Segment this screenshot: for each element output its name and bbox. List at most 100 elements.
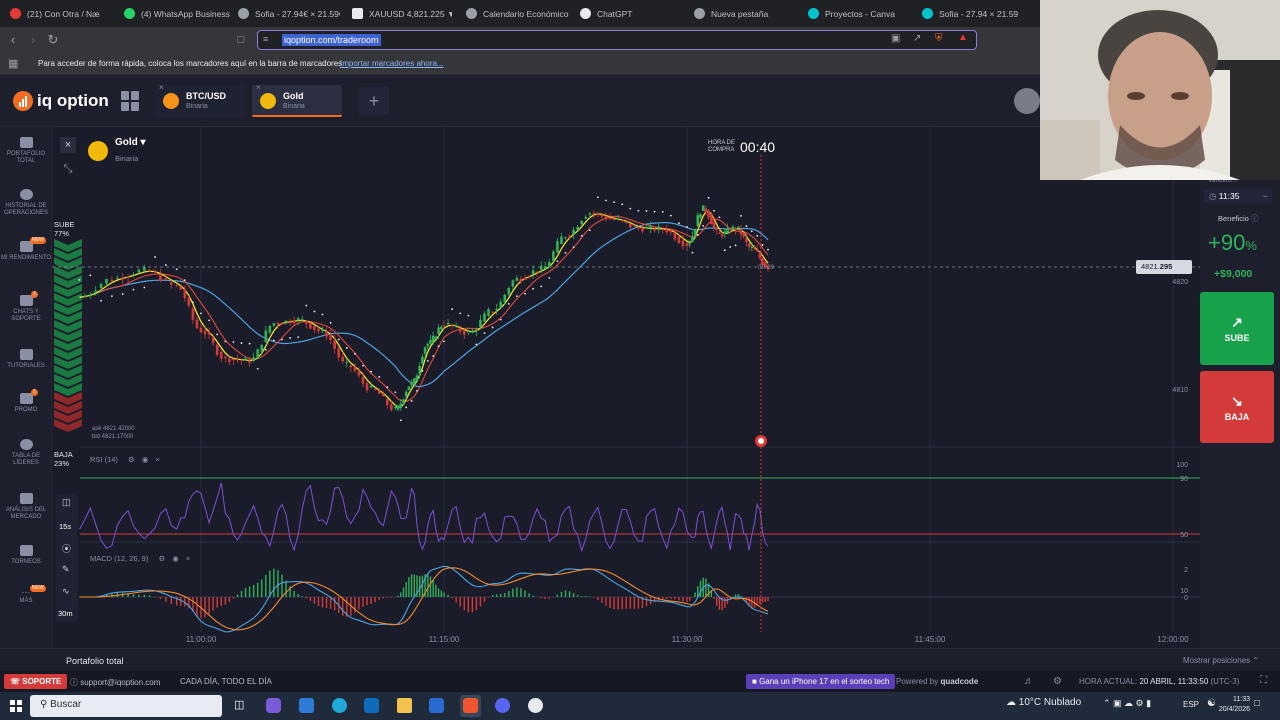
sidebar-item-market-analysis[interactable]: ANÁLISIS DEL MERCADO [0,493,52,521]
browser-tab[interactable]: (21) Con Otra / Næ [10,4,110,23]
import-bookmarks-link[interactable]: Importar marcadores ahora... [340,59,444,68]
candles-type-icon[interactable]: ◫ [62,497,71,508]
bitcoin-icon [163,93,179,109]
system-tray-icons[interactable]: ⌃ ▣ ☁ ⚙ ▮ [1103,698,1151,709]
put-down-button[interactable]: ↘ BAJA [1200,371,1274,443]
support-email[interactable]: ⓘ support@iqoption.com [70,677,160,688]
sidebar-item-chat[interactable]: 1 CHATS Y SOPORTE [0,291,52,323]
candle-body [399,403,403,408]
timeframe-15s[interactable]: 15s [59,522,71,531]
sidebar-item-more[interactable]: NEW ⋯ MÁS [0,585,52,605]
sidebar-item-history[interactable]: HISTORIAL DE OPERACIONES [0,189,52,217]
close-icon[interactable]: × [156,455,160,464]
close-tab-icon[interactable]: × [256,83,261,92]
language-indicator[interactable]: ESP [1183,700,1199,709]
site-info-icon[interactable]: ≡ [263,34,268,44]
indicators-icon[interactable]: ⦿ [62,542,71,555]
forward-icon[interactable]: › [25,32,41,48]
taskbar-search[interactable]: ⚲ Buscar [30,695,222,717]
store-icon[interactable] [299,698,314,713]
price-chart[interactable]: 48204810 100905010 20 11:00:00 11:15:00 11… [52,127,1200,648]
timeframe-30m[interactable]: 30m [58,609,73,618]
reload-icon[interactable]: ↻ [45,32,61,48]
browser-tab[interactable]: Sofia - 27.94€ × 21.59€ [238,4,340,23]
close-tab-icon[interactable]: × [159,83,164,92]
browser-tab[interactable]: ChatGPT [580,4,680,23]
portfolio-total-link[interactable]: Portafolio total [66,656,124,666]
browser-tab[interactable]: Calendario Económico [466,4,576,23]
sar-dot [248,342,251,345]
candle-body [576,226,579,230]
discord-icon[interactable] [495,698,510,713]
volume-icon[interactable]: ♬ [1024,676,1034,687]
candle-body [137,269,141,273]
brave-icon[interactable] [463,698,478,713]
info-icon[interactable]: ⓘ [1251,214,1259,223]
browser-tab[interactable]: Sofia - 27.94 × 21.59 [922,4,1022,23]
address-bar[interactable]: ≡ iqoption.com/traderoom ▣ ↗ ⛨ ▲ [257,30,977,50]
minus-icon[interactable]: − [1263,191,1268,201]
weather-widget[interactable]: ☁ 10°C Nublado [1006,697,1081,708]
settings-icon[interactable]: ⚙ [1053,676,1062,687]
settings-icon[interactable]: ⚙ [158,554,165,563]
pencil-icon[interactable]: ✎ [62,564,70,575]
notifications-icon[interactable]: □ [1254,698,1260,709]
promo-banner[interactable]: ■ Gana un iPhone 17 en el sorteo tech [746,674,896,689]
settings-icon[interactable]: ⚙ [128,455,135,464]
cast-icon[interactable]: ▣ [891,33,900,44]
copilot-icon[interactable] [266,698,281,713]
sidebar-item-leaderboard[interactable]: TABLA DE LÍDERES [0,439,52,467]
close-chart-button[interactable]: × [60,137,76,153]
chatgpt-icon[interactable] [528,698,543,713]
support-button[interactable]: ☏ SOPORTE [4,674,68,689]
browser-tab[interactable]: Nueva pestaña [694,4,794,23]
rewards-icon[interactable]: ▲ [958,32,968,43]
browser-tab[interactable]: XAUUSD 4,821.225 ▼ [352,4,452,23]
signal-icon[interactable]: ∿ [62,586,70,597]
folder-icon[interactable] [397,698,412,713]
sidebar-item-tournaments[interactable]: TORNEOS [0,545,52,566]
chart-area[interactable]: 4820 4810 100 90 50 10 20 11:00:00 11:15:00 11… [52,127,1200,648]
taskbar-clock[interactable]: 11:33 20/4/2026 [1200,695,1250,715]
eye-icon[interactable]: ◉ [172,554,179,563]
candle-body [228,358,231,363]
asset-grid-button[interactable] [121,91,141,111]
mail-icon[interactable] [429,698,444,713]
sidebar-item-promo[interactable]: 1 PROMO [0,389,52,414]
asset-selector[interactable]: Gold ▾ [115,137,146,148]
sidebar-item-tutorials[interactable]: TUTORIALES [0,349,52,370]
task-view-icon[interactable]: ◫ [234,698,244,711]
sar-dot [305,304,308,307]
sar-dot [165,264,167,266]
iqoption-logo[interactable]: iq option [13,91,109,111]
asset-tab-btcusd[interactable]: × BTC/USD Binaria [155,83,245,117]
sidebar-item-performance[interactable]: NEW MI RENDIMIENTO [0,237,52,262]
back-icon[interactable]: ‹ [5,32,21,48]
sidebar-item-portfolio[interactable]: PORTAFOLIO TOTAL [0,137,52,165]
share-icon[interactable]: ↗ [913,33,921,44]
brave-shield-icon[interactable]: ⛨ [935,33,943,44]
apps-grid-icon[interactable]: ▦ [8,57,18,70]
candle-body [620,220,624,222]
browser-tab[interactable]: Proyectos - Canva [808,4,908,23]
fullscreen-icon[interactable]: ⛶ [1260,675,1267,686]
sar-dot [621,203,624,206]
candle-body [739,229,743,235]
avatar[interactable] [1014,88,1040,114]
tools-icon[interactable]: ⤡ [60,163,76,179]
browser-tab[interactable]: (4) WhatsApp Business [124,4,234,23]
eye-icon[interactable]: ◉ [142,455,149,464]
candle-body [219,351,223,359]
close-icon[interactable]: × [186,554,190,563]
expiry-time-field[interactable]: ◷ 11:35 − [1204,189,1272,203]
show-positions-toggle[interactable]: Mostrar posiciones ⌃ [1183,656,1259,665]
edge-icon[interactable] [332,698,347,713]
add-asset-button[interactable]: + [359,87,389,115]
outlook-icon[interactable] [364,698,379,713]
asset-tab-gold[interactable]: × Gold Binaria [252,83,342,117]
bookmark-icon[interactable]: □ [233,32,249,48]
windows-start-icon[interactable] [10,700,22,712]
candle-body [745,238,748,243]
url-text[interactable]: iqoption.com/traderoom [282,34,381,46]
call-up-button[interactable]: ↗ SUBE [1200,292,1274,365]
